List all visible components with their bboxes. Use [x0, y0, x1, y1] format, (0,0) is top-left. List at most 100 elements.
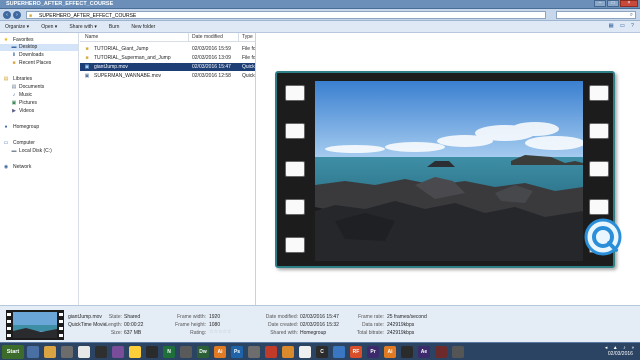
frame-height-label: Frame height:	[175, 322, 206, 328]
nav-libraries[interactable]: ▤ Libraries	[0, 76, 78, 83]
taskbar-app-15-icon[interactable]	[282, 346, 294, 358]
film-perforation	[285, 199, 305, 215]
taskbar-app-13-icon[interactable]	[248, 346, 260, 358]
taskbar-app-18-icon[interactable]	[333, 346, 345, 358]
back-button[interactable]: ‹	[3, 11, 11, 19]
file-row[interactable]: ▣ SUPERMAN_WANNABE.mov 02/03/2016 12:58 …	[80, 72, 255, 80]
file-name: TUTORIAL_Giant_Jump	[94, 46, 149, 52]
taskbar-app-2-icon[interactable]	[61, 346, 73, 358]
computer-icon: ▭	[3, 140, 9, 146]
taskbar-app-23-icon[interactable]: Ae	[418, 346, 430, 358]
search-input[interactable]: ⌕	[556, 11, 636, 19]
film-perforation	[285, 123, 305, 139]
help-icon[interactable]: ?	[631, 23, 634, 29]
taskbar-app-11-icon[interactable]: Ai	[214, 346, 226, 358]
taskbar-app-8-icon[interactable]: N	[163, 346, 175, 358]
nav-label: Computer	[13, 140, 35, 146]
frame-rate-value: 25 frames/second	[387, 314, 427, 320]
share-with-button[interactable]: Share with ▾	[69, 24, 97, 30]
film-perforation	[589, 123, 609, 139]
taskbar-app-25-icon[interactable]	[452, 346, 464, 358]
taskbar-app-24-icon[interactable]	[435, 346, 447, 358]
downloads-icon: ⬇	[11, 52, 17, 58]
nav-homegroup[interactable]: ● Homegroup	[0, 124, 78, 131]
forward-button[interactable]: ›	[13, 11, 21, 19]
burn-button[interactable]: Burn	[109, 24, 120, 30]
file-type: File fo	[242, 55, 256, 61]
taskbar-app-3-icon[interactable]	[78, 346, 90, 358]
taskbar-app-12-icon[interactable]: Ps	[231, 346, 243, 358]
film-perforation	[285, 161, 305, 177]
nav-label: Documents	[19, 84, 45, 90]
column-name-header[interactable]: Name	[80, 33, 189, 42]
maximize-button[interactable]: □	[607, 0, 619, 7]
state-label: State:	[108, 314, 122, 320]
file-list: Name Date modified Type ■ TUTORIAL_Giant…	[80, 33, 256, 305]
total-bitrate-label: Total bitrate:	[356, 330, 384, 336]
taskbar-app-21-icon[interactable]: Ai	[384, 346, 396, 358]
command-toolbar: Organize ▾ Open ▾ Share with ▾ Burn New …	[0, 21, 640, 33]
quicktime-icon	[584, 218, 622, 256]
view-options-icon[interactable]: ▦	[609, 23, 614, 29]
file-type: Quick	[242, 64, 255, 70]
search-icon[interactable]: ⌕	[630, 12, 633, 19]
taskbar-app-20-icon[interactable]: Pr	[367, 346, 379, 358]
nav-videos[interactable]: ▶ Videos	[0, 108, 78, 115]
column-date-header[interactable]: Date modified	[189, 33, 239, 42]
nav-downloads[interactable]: ⬇ Downloads	[0, 52, 78, 59]
nav-desktop[interactable]: ▬ Desktop	[0, 44, 78, 51]
new-folder-button[interactable]: New folder	[131, 24, 155, 30]
video-preview-filmstrip	[275, 71, 615, 268]
address-field[interactable]: ■ SUPERHERO_AFTER_EFFECT_COURSE	[26, 11, 546, 19]
nav-music[interactable]: ♪ Music	[0, 92, 78, 99]
clock-date[interactable]: 02/03/2016	[605, 351, 636, 357]
nav-recent-places[interactable]: ■ Recent Places	[0, 60, 78, 67]
taskbar-app-5-icon[interactable]	[112, 346, 124, 358]
nav-documents[interactable]: ▤ Documents	[0, 84, 78, 91]
drive-icon: ▬	[11, 148, 17, 154]
file-name: giantJump.mov	[94, 64, 128, 70]
minimize-button[interactable]: –	[594, 0, 606, 7]
window-controls: – □ ×	[594, 0, 638, 7]
length-label: Length:	[105, 322, 122, 328]
nav-pictures[interactable]: ▣ Pictures	[0, 100, 78, 107]
nav-local-disk[interactable]: ▬ Local Disk (C:)	[0, 148, 78, 155]
open-button[interactable]: Open ▾	[41, 24, 57, 30]
taskbar-app-1-icon[interactable]	[44, 346, 56, 358]
movie-file-icon: ▣	[84, 64, 90, 70]
taskbar-app-17-icon[interactable]: C	[316, 346, 328, 358]
close-button[interactable]: ×	[620, 0, 638, 7]
start-button[interactable]: Start	[2, 345, 24, 359]
nav-network[interactable]: ◉ Network	[0, 164, 78, 171]
preview-pane-icon[interactable]: ▭	[620, 23, 625, 29]
organize-button[interactable]: Organize ▾	[5, 24, 29, 30]
column-type-header[interactable]: Type	[239, 33, 255, 42]
taskbar-app-0-icon[interactable]	[27, 346, 39, 358]
file-row-selected[interactable]: ▣ giantJump.mov 02/03/2016 15:47 Quick	[80, 63, 255, 71]
file-type: Quick	[242, 73, 255, 79]
seascape-image	[315, 81, 583, 261]
film-perforation	[285, 237, 305, 253]
size-label: Size:	[110, 330, 122, 336]
folder-icon: ■	[29, 13, 33, 19]
taskbar-app-19-icon[interactable]: RF	[350, 346, 362, 358]
rating-stars[interactable]: ☆☆☆☆☆	[209, 329, 231, 335]
folder-icon: ■	[85, 55, 89, 61]
file-row[interactable]: ■ TUTORIAL_Superman_and_Jump 02/03/2016 …	[80, 54, 256, 62]
taskbar-app-9-icon[interactable]	[180, 346, 192, 358]
length-value: 00:00:22	[124, 322, 144, 328]
nav-computer[interactable]: ▭ Computer	[0, 140, 78, 147]
taskbar-app-6-icon[interactable]	[129, 346, 141, 358]
taskbar-app-22-icon[interactable]	[401, 346, 413, 358]
nav-label: Desktop	[19, 44, 38, 50]
file-row[interactable]: ■ TUTORIAL_Giant_Jump 02/03/2016 15:59 F…	[80, 45, 255, 53]
recent-places-icon: ■	[12, 60, 16, 66]
taskbar-app-4-icon[interactable]	[95, 346, 107, 358]
taskbar-app-16-icon[interactable]	[299, 346, 311, 358]
nav-favorites[interactable]: ★ Favorites	[0, 37, 78, 44]
taskbar-app-14-icon[interactable]	[265, 346, 277, 358]
taskbar-app-10-icon[interactable]: Dw	[197, 346, 209, 358]
film-perforation	[589, 161, 609, 177]
taskbar-app-7-icon[interactable]	[146, 346, 158, 358]
address-bar: ‹ › ■ SUPERHERO_AFTER_EFFECT_COURSE ⌕	[0, 9, 640, 21]
